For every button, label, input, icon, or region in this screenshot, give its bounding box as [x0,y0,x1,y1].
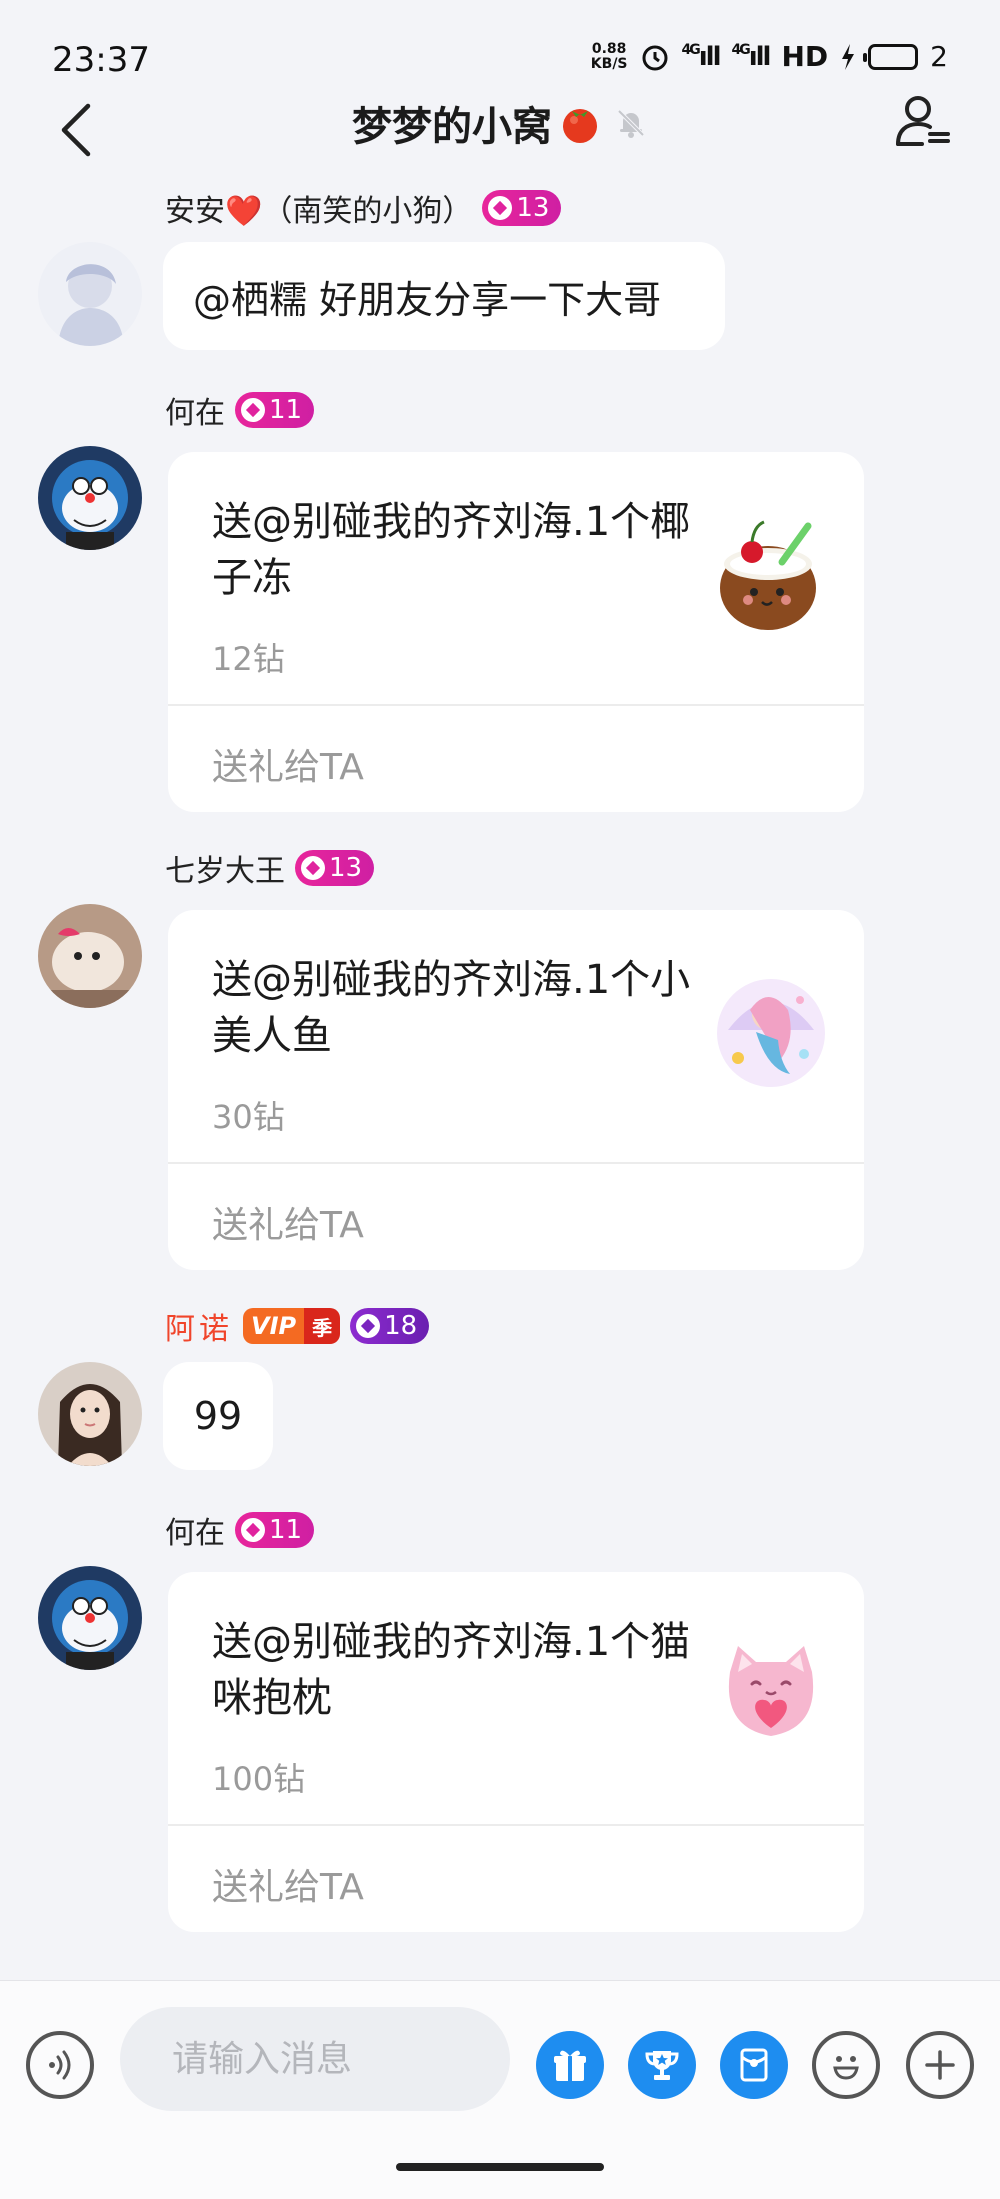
level-badge: 11 [235,392,315,428]
level-badge: 13 [295,850,375,886]
avatar[interactable] [38,446,142,550]
sender-name[interactable]: 阿诺 [165,1304,233,1348]
message-text: @栖糯 好朋友分享一下大哥 [193,277,662,322]
alarm-icon [642,45,668,70]
status-icons: 0.88 KB/S 4Gıll 4Gıll HD 2 [591,40,948,73]
sender-name[interactable]: 安安❤️（南笑的小狗） [165,186,472,230]
diamond-icon [241,1518,265,1542]
sender-name[interactable]: 何在 [165,388,225,432]
gift-card[interactable]: 送@别碰我的齐刘海.1个椰子冻 12钻 送礼给TA [168,452,864,812]
sender-row: 安安❤️（南笑的小狗） 13 [165,186,562,230]
level-badge: 11 [235,1512,315,1548]
battery-level: 2 [930,40,948,73]
emoji-icon[interactable] [812,2031,880,2099]
red-packet-icon[interactable] [720,2031,788,2099]
sender-name[interactable]: 七岁大王 [165,846,285,890]
group-members-icon[interactable] [890,90,956,156]
level-badge: 18 [350,1308,430,1344]
net-speed: 0.88 KB/S [590,40,628,72]
send-gift-button[interactable]: 送礼给TA [212,738,364,790]
signal-icon-1: 4Gıll [681,41,722,72]
diamond-icon [488,196,513,220]
coconut-jelly-icon [720,520,816,630]
battery-icon [863,43,919,70]
signal-icon-2: 4Gıll [731,41,772,72]
message-text: 99 [193,1394,243,1438]
mermaid-icon [717,979,825,1087]
gift-card[interactable]: 送@别碰我的齐刘海.1个小美人鱼 30钻 送礼给TA [168,910,864,1270]
status-time: 23:37 [52,40,150,80]
gift-text: 送@别碰我的齐刘海.1个小美人鱼 [212,957,691,1059]
send-gift-button[interactable]: 送礼给TA [212,1196,364,1248]
gift-card[interactable]: 送@别碰我的齐刘海.1个猫咪抱枕 100钻 送礼给TA [168,1572,864,1932]
tomato-icon [563,109,597,143]
gift-price: 100钻 [212,1760,306,1798]
message-input[interactable] [120,2007,510,2111]
gift-icon[interactable] [536,2031,604,2099]
diamond-icon [356,1314,381,1338]
gift-price: 30钻 [212,1098,285,1136]
divider [168,1824,864,1826]
gift-text: 送@别碰我的齐刘海.1个猫咪抱枕 [212,1619,691,1721]
home-indicator[interactable] [396,2163,604,2171]
title-wrap: 梦梦的小窝 [0,94,1000,152]
divider [168,1162,864,1164]
avatar[interactable] [38,242,142,346]
hd-icon: HD [781,40,829,73]
sender-row: 何在 11 [165,388,315,432]
sender-row: 七岁大王 13 [165,846,375,890]
sender-row: 阿诺 VIP 季 18 [165,1304,430,1348]
message-bubble[interactable]: 99 [163,1362,273,1470]
sender-row: 何在 11 [165,1508,315,1552]
mute-bell-icon [617,109,645,138]
diamond-icon [241,398,265,422]
gift-text: 送@别碰我的齐刘海.1个椰子冻 [212,499,691,601]
voice-icon[interactable] [26,2031,94,2099]
cat-pillow-icon [728,1646,814,1736]
send-gift-button[interactable]: 送礼给TA [212,1858,364,1910]
sender-name[interactable]: 何在 [165,1508,225,1552]
message-bubble[interactable]: @栖糯 好朋友分享一下大哥 [163,242,725,350]
charging-icon [842,43,855,70]
vip-badge: VIP 季 [243,1308,341,1344]
avatar[interactable] [38,904,142,1008]
chat-header: 梦梦的小窝 [0,90,1000,190]
status-bar: 23:37 0.88 KB/S 4Gıll 4Gıll HD 2 [0,0,1000,90]
trophy-icon[interactable] [628,2031,696,2099]
page-title: 梦梦的小窝 [352,104,552,150]
avatar[interactable] [38,1566,142,1670]
plus-icon[interactable] [906,2031,974,2099]
level-badge: 13 [482,190,562,226]
gift-price: 12钻 [212,640,285,678]
avatar[interactable] [38,1362,142,1466]
diamond-icon [301,856,325,880]
divider [168,704,864,706]
